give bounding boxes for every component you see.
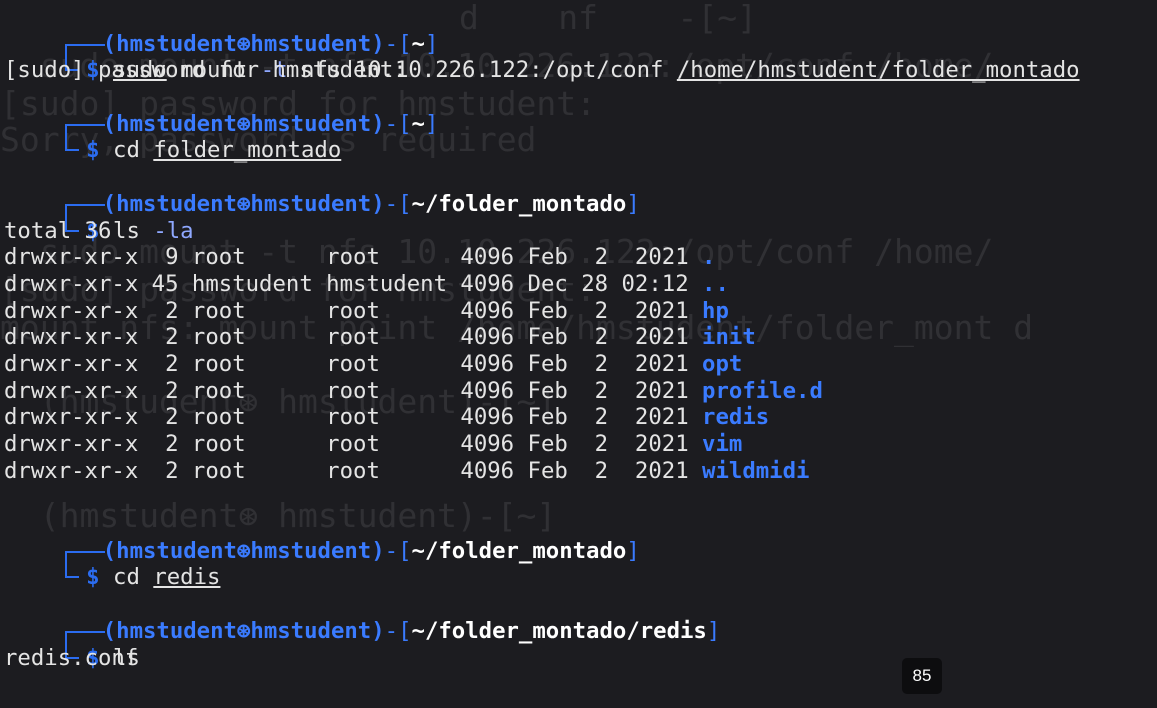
listing-meta: drwxr-xr-x 9 root root 4096 Feb 2 2021: [4, 244, 703, 271]
listing-meta: drwxr-xr-x 2 root root 4096 Feb 2 2021: [4, 457, 703, 484]
listing-row: drwxr-xr-x 2 root root 4096 Feb 2 2021 o…: [4, 351, 1157, 378]
listing-dir-name[interactable]: redis: [702, 404, 769, 430]
listing-dir-name[interactable]: init: [702, 324, 756, 350]
listing-meta: drwxr-xr-x 2 root root 4096 Feb 2 2021: [4, 377, 703, 404]
listing-dir-name[interactable]: .: [702, 244, 715, 270]
listing-meta: drwxr-xr-x 2 root root 4096 Feb 2 2021: [4, 404, 703, 431]
directory-listing: drwxr-xr-x 9 root root 4096 Feb 2 2021 .…: [4, 244, 1157, 484]
prompt-line: (hmstudent⊛hmstudent)-[~/folder_montado]: [4, 511, 1157, 565]
listing-meta: drwxr-xr-x 2 root root 4096 Feb 2 2021: [4, 350, 703, 377]
command-line[interactable]: $ ls: [4, 618, 1157, 671]
listing-dir-name[interactable]: opt: [702, 351, 742, 377]
output-line: redis.conf: [4, 644, 139, 671]
listing-row: drwxr-xr-x 2 root root 4096 Feb 2 2021 v…: [4, 431, 1157, 458]
listing-meta: drwxr-xr-x 2 root root 4096 Feb 2 2021: [4, 324, 703, 351]
page-number-badge: 85: [902, 658, 942, 694]
prompt-line: (hmstudent⊛hmstudent)-[~]: [4, 4, 1157, 58]
prompt-line: (hmstudent⊛hmstudent)-[~]: [4, 84, 1157, 138]
listing-row: drwxr-xr-x 2 root root 4096 Feb 2 2021 i…: [4, 324, 1157, 351]
command-line[interactable]: $ cd redis: [4, 538, 1157, 590]
listing-row: drwxr-xr-x 45 hmstudent hmstudent 4096 D…: [4, 271, 1157, 298]
listing-dir-name[interactable]: ..: [702, 271, 729, 297]
listing-meta: drwxr-xr-x 45 hmstudent hmstudent 4096 D…: [4, 270, 703, 297]
listing-row: drwxr-xr-x 2 root root 4096 Feb 2 2021 w…: [4, 458, 1157, 485]
terminal[interactable]: (hmstudent⊛hmstudent)-[~] $ sudo mount -…: [4, 4, 1157, 671]
listing-row: drwxr-xr-x 9 root root 4096 Feb 2 2021 .: [4, 244, 1157, 271]
listing-dir-name[interactable]: vim: [702, 431, 742, 457]
listing-row: drwxr-xr-x 2 root root 4096 Feb 2 2021 h…: [4, 298, 1157, 325]
output-line: [sudo] password for hmstudent:: [4, 57, 407, 84]
output-line: total 36: [4, 217, 112, 244]
prompt-line: (hmstudent⊛hmstudent)-[~/folder_montado]: [4, 164, 1157, 218]
command-line[interactable]: $ ls -la: [4, 191, 1157, 244]
listing-meta: drwxr-xr-x 2 root root 4096 Feb 2 2021: [4, 431, 703, 457]
listing-meta: drwxr-xr-x 2 root root 4096 Feb 2 2021: [4, 297, 703, 324]
listing-row: drwxr-xr-x 2 root root 4096 Feb 2 2021 p…: [4, 378, 1157, 405]
listing-dir-name[interactable]: wildmidi: [702, 458, 809, 484]
command-line[interactable]: $ cd folder_montado: [4, 111, 1157, 163]
prompt-line: (hmstudent⊛hmstudent)-[~/folder_montado/…: [4, 591, 1157, 645]
listing-row: drwxr-xr-x 2 root root 4096 Feb 2 2021 r…: [4, 404, 1157, 431]
listing-dir-name[interactable]: hp: [702, 298, 729, 324]
listing-dir-name[interactable]: profile.d: [702, 378, 823, 404]
command-line[interactable]: $ sudo mount -t nfs 10.10.226.122:/opt/c…: [4, 31, 1157, 83]
